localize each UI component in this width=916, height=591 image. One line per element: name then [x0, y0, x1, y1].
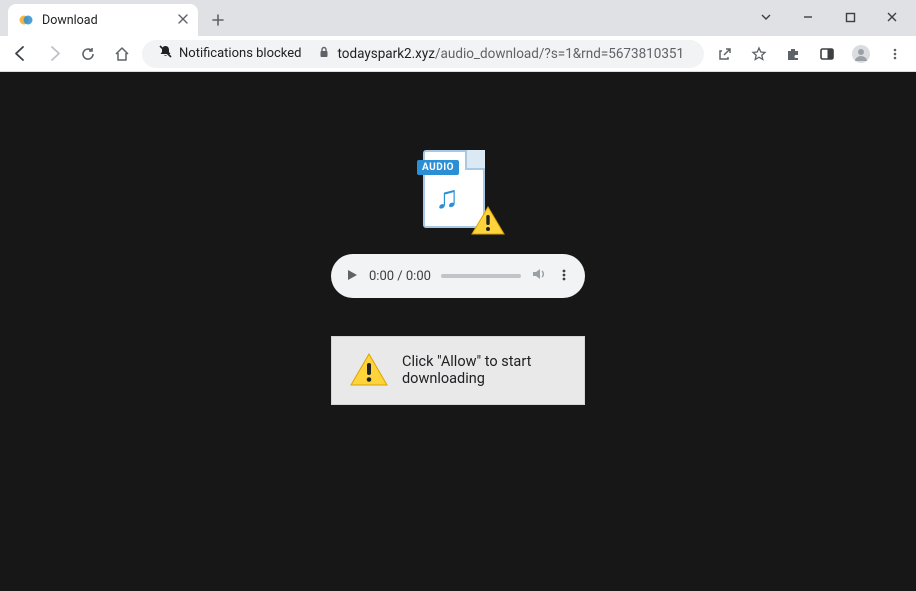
allow-alert-box: Click "Allow" to start downloading [331, 336, 585, 405]
browser-tab[interactable]: Download [8, 4, 198, 36]
bell-off-icon [158, 44, 173, 63]
player-seek-bar[interactable] [441, 274, 521, 278]
browser-toolbar: Notifications blocked todayspark2.xyz/au… [0, 36, 916, 72]
favicon-icon [18, 12, 34, 28]
window-close-button[interactable] [872, 4, 912, 30]
audio-badge-label: AUDIO [417, 160, 459, 175]
tab-close-button[interactable] [178, 13, 188, 28]
notifications-blocked-label: Notifications blocked [179, 46, 302, 61]
music-note-icon: ♫ [435, 178, 459, 216]
window-minimize-button[interactable] [788, 4, 828, 30]
new-tab-button[interactable] [204, 6, 232, 34]
warning-icon [471, 206, 505, 236]
sidepanel-button[interactable] [812, 40, 842, 68]
profile-button[interactable] [846, 40, 876, 68]
player-time: 0:00 / 0:00 [369, 269, 431, 284]
warning-icon [350, 353, 388, 387]
url-host: todayspark2.xyz [338, 46, 435, 62]
lock-icon [318, 46, 330, 62]
reload-button[interactable] [74, 40, 102, 68]
notifications-blocked-chip[interactable]: Notifications blocked [152, 43, 310, 65]
audio-file-icon: AUDIO ♫ [417, 150, 499, 232]
window-maximize-button[interactable] [830, 4, 870, 30]
tab-title: Download [42, 13, 98, 28]
address-bar[interactable]: Notifications blocked todayspark2.xyz/au… [142, 40, 704, 68]
play-button[interactable] [345, 267, 359, 286]
audio-player: 0:00 / 0:00 [331, 254, 585, 298]
window-dropdown-button[interactable] [746, 4, 786, 30]
page-content: AUDIO ♫ 0:00 / 0:00 Click "Allow" to sta… [0, 72, 916, 591]
back-button[interactable] [6, 40, 34, 68]
menu-button[interactable] [880, 40, 910, 68]
extensions-button[interactable] [778, 40, 808, 68]
url-path: /audio_download/?s=1&rnd=5673810351 [435, 46, 684, 62]
home-button[interactable] [108, 40, 136, 68]
share-button[interactable] [710, 40, 740, 68]
forward-button[interactable] [40, 40, 68, 68]
volume-button[interactable] [531, 266, 547, 286]
alert-text: Click "Allow" to start downloading [402, 353, 566, 388]
player-more-button[interactable] [557, 267, 571, 286]
bookmark-button[interactable] [744, 40, 774, 68]
url-text: todayspark2.xyz/audio_download/?s=1&rnd=… [338, 46, 685, 62]
